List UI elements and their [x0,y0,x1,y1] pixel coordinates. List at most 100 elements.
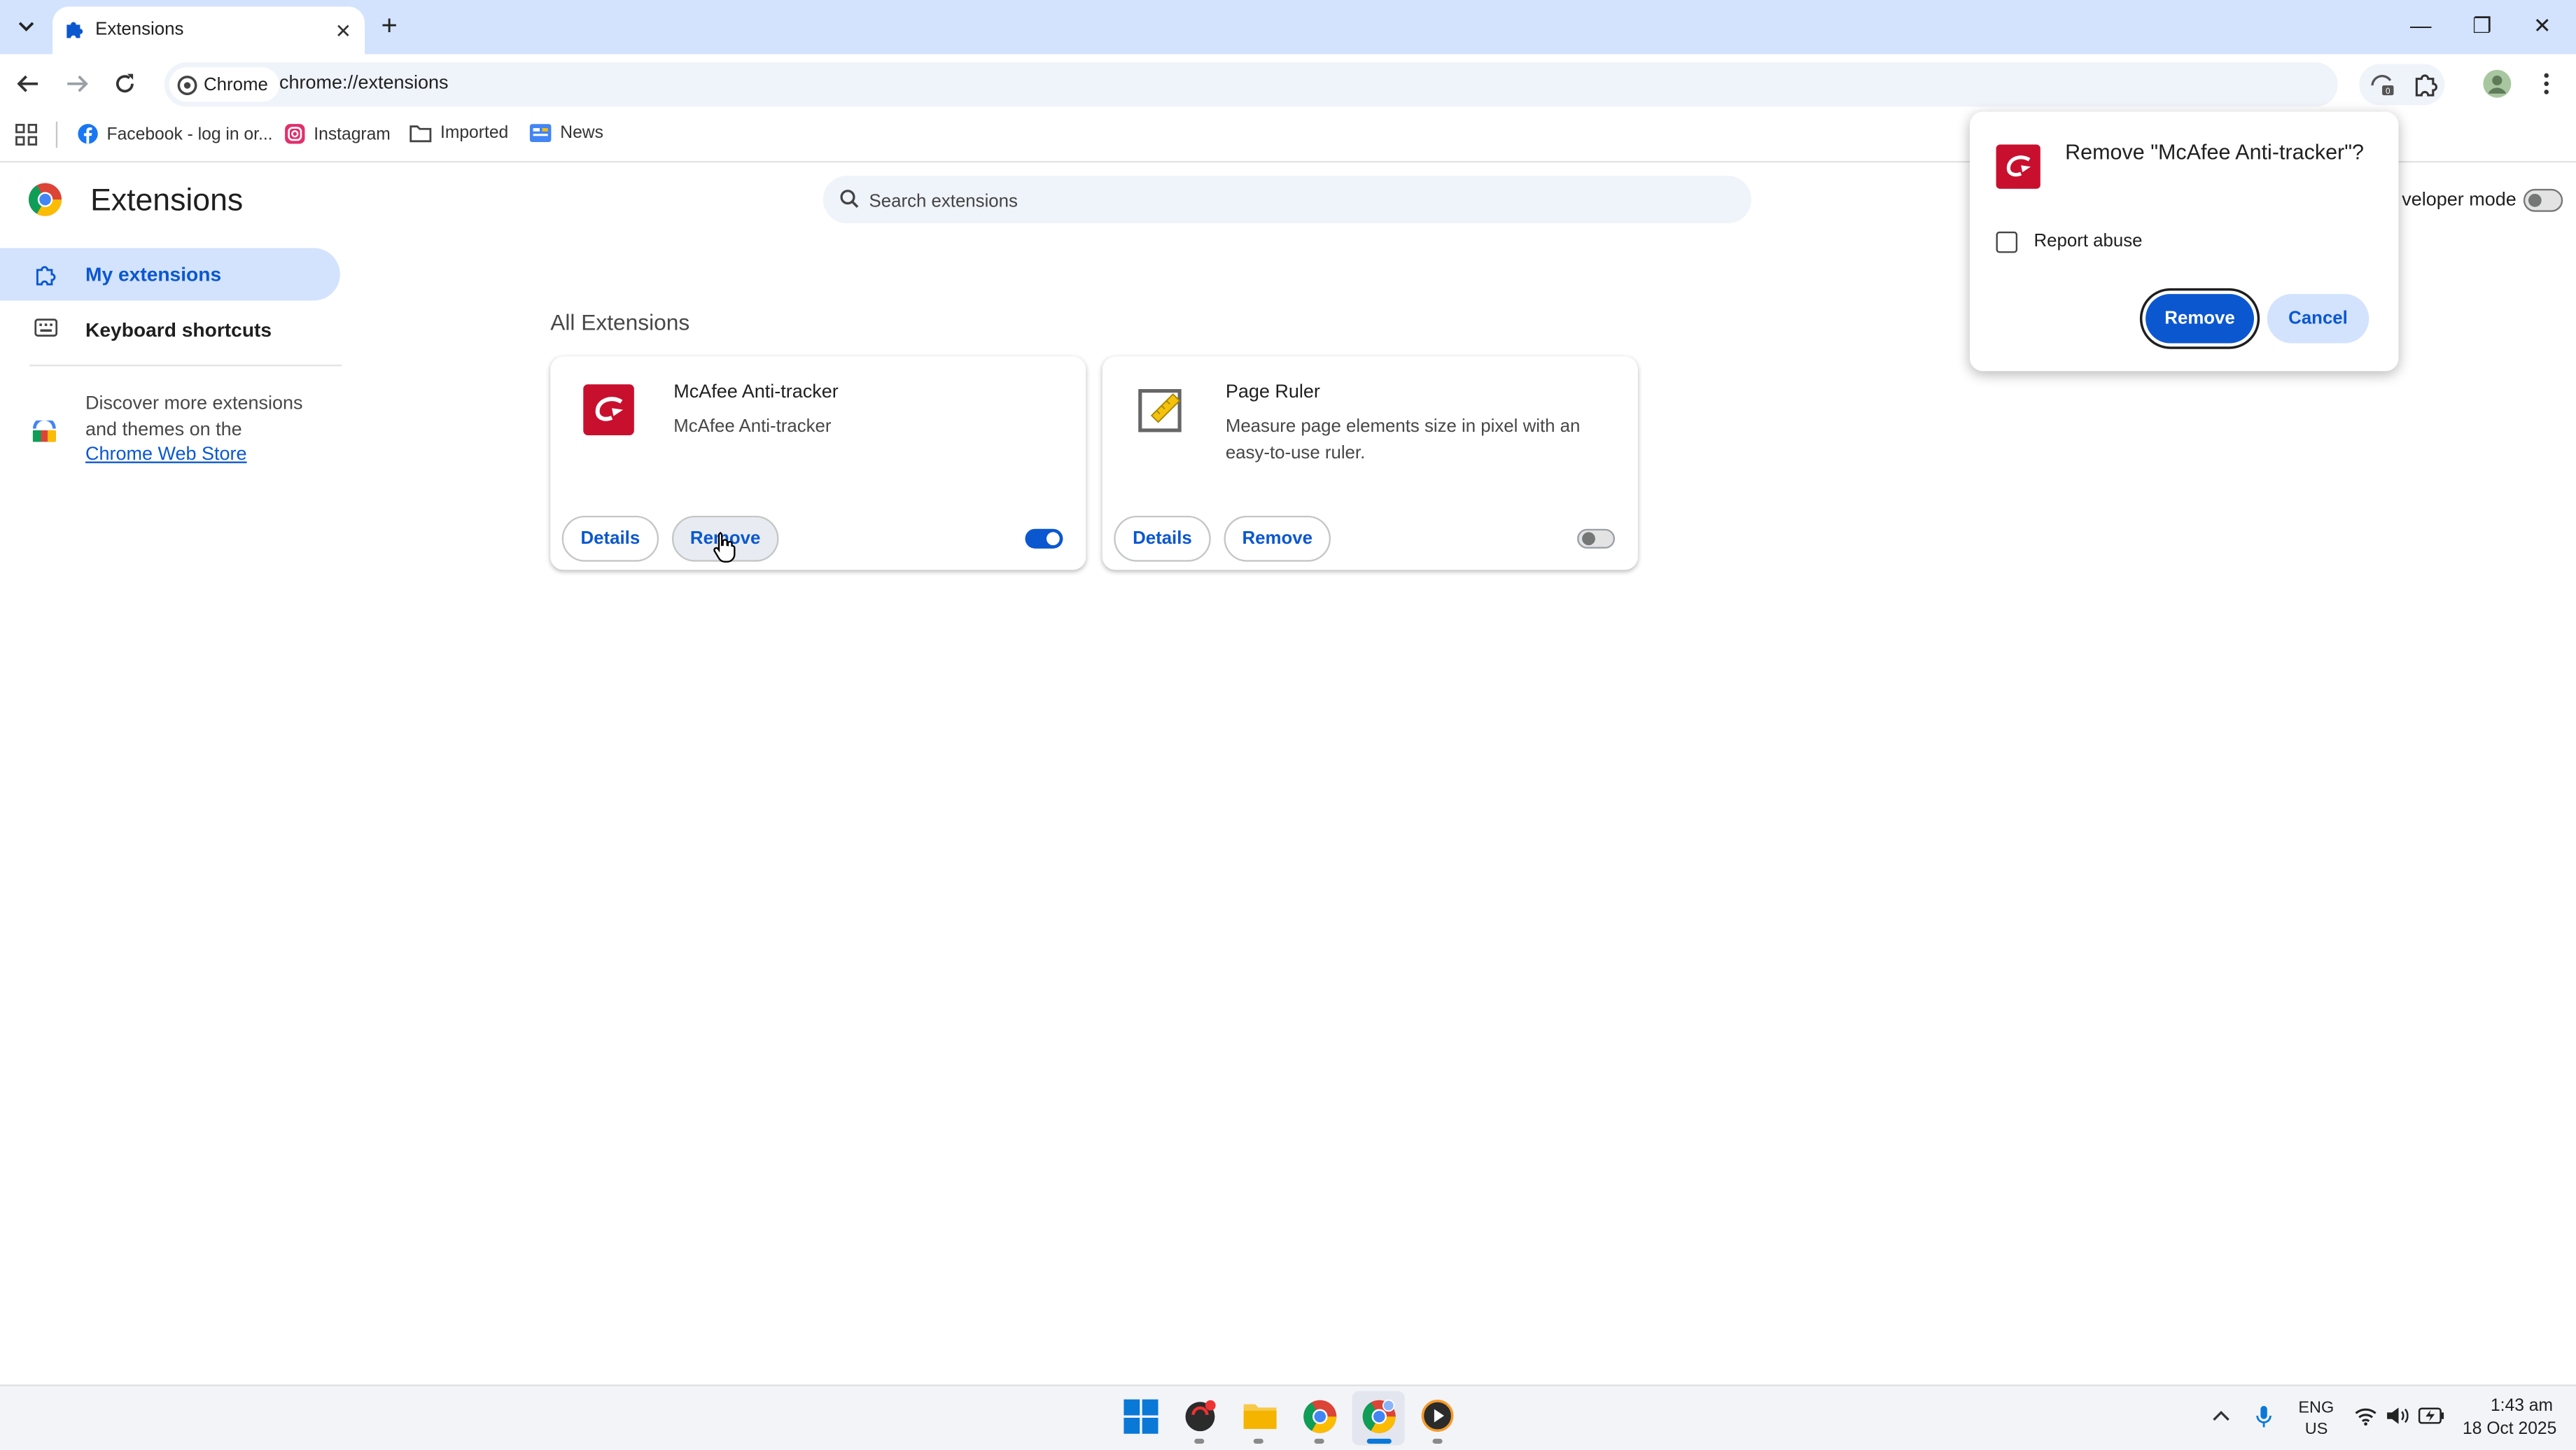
details-button[interactable]: Details [561,515,659,562]
sidebar-item-my-extensions[interactable]: My extensions [0,248,340,301]
language-bottom[interactable]: US [2305,1421,2328,1439]
chrome-taskbar-icon[interactable] [1303,1400,1337,1434]
reload-icon[interactable] [113,72,136,95]
mouse-cursor-hand-icon [713,530,736,563]
developer-mode-toggle[interactable] [2523,188,2563,212]
title-bar: Extensions ✕ + — ❐ ✕ [0,0,2576,55]
bookmark-label: Facebook - log in or... [106,124,273,144]
search-input[interactable] [865,176,1727,227]
clock-time[interactable]: 1:43 am [2491,1396,2553,1416]
section-heading: All Extensions [550,310,690,335]
restore-button[interactable]: ❐ [2472,13,2491,40]
page-ruler-icon [1137,384,1186,433]
cancel-button[interactable]: Cancel [2267,294,2370,344]
chrome-logo-icon [177,74,197,94]
extension-name: McAfee Anti-tracker [673,382,839,402]
sidebar-item-keyboard-shortcuts[interactable]: Keyboard shortcuts [0,304,340,353]
bookmark-facebook[interactable]: Facebook - log in or... [77,123,273,145]
svg-text:0: 0 [2386,87,2390,96]
sidebar-item-label: My extensions [85,262,222,286]
app-active-indicator [1366,1438,1392,1444]
windows-taskbar: ENG US 1:43 am 18 Oct 2025 [0,1384,2576,1450]
tab-search-icon[interactable] [15,15,38,38]
report-abuse-label: Report abuse [2033,231,2143,252]
site-info-chip[interactable]: Chrome [169,67,280,102]
extensions-menu-icon[interactable] [2414,71,2440,97]
tab-extensions[interactable]: Extensions ✕ [52,6,365,55]
bookmarks-divider [55,121,58,148]
app-running-indicator [1253,1438,1264,1444]
volume-icon[interactable] [2386,1406,2409,1426]
tab-close-icon[interactable]: ✕ [335,20,352,43]
extension-card-page-ruler: Page Ruler Measure page elements size in… [1102,356,1638,570]
remove-extension-dialog: Remove "McAfee Anti-tracker"? Report abu… [1969,111,2399,372]
news-icon [529,123,552,143]
chrome-menu-icon[interactable] [2537,71,2556,97]
page-title: Extensions [90,183,244,219]
report-abuse-checkbox[interactable] [1996,231,2018,253]
forward-icon[interactable] [66,72,89,95]
chrome-logo-icon [28,183,62,217]
bookmark-news[interactable]: News [529,123,603,143]
web-store-icon [31,420,58,444]
media-player-icon[interactable] [1421,1400,1454,1433]
sidebar-divider [29,365,342,367]
discover-text: Discover more extensions and themes on t… [85,394,303,439]
developer-mode-label: veloper mode [2402,190,2516,211]
battery-icon[interactable] [2418,1407,2445,1424]
remove-button[interactable]: Remove [1224,515,1331,562]
enable-toggle[interactable] [1025,528,1063,549]
apps-grid-icon[interactable] [15,123,38,146]
bookmark-folder-imported[interactable]: Imported [409,123,508,143]
enable-toggle[interactable] [1577,528,1616,549]
sidebar-item-label: Keyboard shortcuts [85,318,272,342]
extension-name: Page Ruler [1225,382,1320,402]
recording-app-icon[interactable] [1183,1400,1217,1434]
address-bar[interactable]: Chrome chrome://extensions [164,62,2338,107]
windows-start-icon[interactable] [1124,1399,1158,1434]
bookmark-label: News [560,123,603,143]
app-running-indicator [1194,1438,1205,1444]
profile-avatar-icon[interactable] [2482,69,2512,99]
toggle-knob [1046,532,1060,546]
search-icon [839,189,859,209]
toggle-knob [2528,193,2542,207]
bookmark-label: Instagram [314,124,391,144]
bookmark-instagram[interactable]: Instagram [284,123,391,145]
toggle-knob [1582,532,1595,546]
blocker-extension-icon[interactable]: 0 [2369,71,2395,97]
mcafee-logo-icon [1996,144,2040,189]
chrome-web-store-link[interactable]: Chrome Web Store [85,445,247,465]
minimize-button[interactable]: — [2410,13,2432,38]
wifi-icon[interactable] [2354,1406,2377,1426]
extension-card-mcafee: McAfee Anti-tracker McAfee Anti-tracker … [550,356,1086,570]
extension-description: Measure page elements size in pixel with… [1225,417,1581,463]
new-tab-button[interactable]: + [381,10,397,43]
mcafee-logo-icon [583,384,634,435]
close-window-button[interactable]: ✕ [2533,13,2552,40]
clock-date[interactable]: 18 Oct 2025 [2463,1419,2556,1439]
microphone-icon[interactable] [2255,1405,2272,1429]
dialog-title: Remove "McAfee Anti-tracker"? [2065,139,2365,164]
details-button[interactable]: Details [1114,515,1211,562]
chrome-profile-taskbar-icon[interactable] [1362,1399,1396,1434]
discover-more-text: Discover more extensions and themes on t… [85,393,332,469]
keyboard-icon [34,318,58,337]
search-bar[interactable] [822,176,1751,227]
tab-title: Extensions [95,20,184,40]
facebook-icon [77,123,99,145]
file-explorer-icon[interactable] [1242,1400,1278,1433]
puzzle-icon [64,18,86,40]
folder-icon [409,123,432,143]
url-text: chrome://extensions [279,73,449,94]
app-running-indicator [1314,1438,1324,1444]
confirm-remove-button[interactable]: Remove [2146,294,2254,344]
site-chip-label: Chrome [204,74,268,94]
puzzle-outline-icon [34,263,57,286]
bookmark-label: Imported [440,123,509,143]
chevron-up-icon[interactable] [2211,1407,2231,1423]
instagram-icon [284,123,306,145]
language-top[interactable]: ENG [2298,1400,2334,1418]
back-icon[interactable] [16,72,39,95]
app-running-indicator [1432,1438,1443,1444]
